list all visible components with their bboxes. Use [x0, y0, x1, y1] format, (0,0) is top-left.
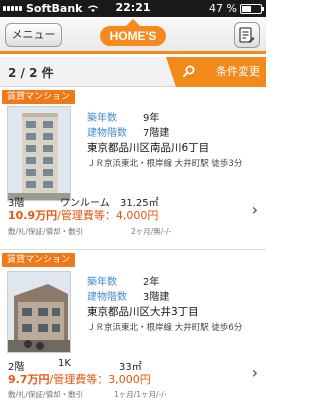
- change-conditions-label: 条件変更: [216, 65, 260, 78]
- results-count: 2 / 2 件: [8, 66, 54, 80]
- memo-list-icon: [239, 27, 255, 43]
- property-type-badge: 賃貸マンション: [2, 253, 76, 267]
- rent-line: 10.9万円/管理費等：4,000円: [8, 207, 158, 223]
- nav-bar: メニュー HOME'S: [0, 17, 266, 54]
- menu-button[interactable]: メニュー: [5, 23, 62, 47]
- rent-value: 9.7万円: [8, 373, 50, 386]
- age-value: 2年: [143, 277, 160, 288]
- battery-icon: [240, 3, 264, 14]
- battery-area: 47 %: [209, 2, 264, 15]
- homes-logo[interactable]: HOME'S: [100, 26, 166, 46]
- floors-label: 建物階数: [87, 292, 127, 303]
- battery-percent: 47 %: [209, 2, 237, 15]
- station-access: ＪＲ京浜東北・根岸線 大井町駅 徒歩3分: [87, 159, 243, 169]
- address: 東京都品川区大井3丁目: [87, 306, 199, 318]
- station-access: ＪＲ京浜東北・根岸線 大井町駅 徒歩6分: [87, 323, 243, 333]
- logo-roof-icon: [126, 19, 140, 26]
- age-value: 9年: [143, 113, 160, 124]
- deposit-terms-value: 1ヶ月/1ヶ月/-/-: [114, 390, 167, 399]
- building-image: [8, 272, 70, 352]
- listing-item[interactable]: 賃貸マンション 築年数 2年 建物階数 3階建 東京都品川区大井3丁目 ＪＲ京浜…: [0, 251, 266, 400]
- chevron-right-icon[interactable]: ›: [252, 200, 258, 219]
- floors-label: 建物階数: [87, 128, 127, 139]
- property-photo[interactable]: [7, 271, 71, 353]
- rent-line: 9.7万円/管理費等：3,000円: [8, 371, 151, 387]
- deposit-terms-label: 敷/礼/保証/償却・敷引: [8, 227, 84, 236]
- listing-item[interactable]: 賃貸マンション 築年数 9年 建物階数 7階建 東京都品川区南品川6丁目 ＪＲ京…: [0, 88, 266, 250]
- memo-button[interactable]: [234, 22, 260, 48]
- management-fee: /管理費等：3,000円: [49, 373, 151, 386]
- results-bar: 2 / 2 件 条件変更: [0, 57, 266, 87]
- layout-value: 1K: [58, 358, 71, 369]
- deposit-terms-label: 敷/礼/保証/償却・敷引: [8, 390, 84, 399]
- status-bar: SoftBank 22:21 47 %: [0, 0, 266, 17]
- rent-value: 10.9万円: [8, 209, 58, 222]
- address: 東京都品川区南品川6丁目: [87, 142, 210, 154]
- chevron-right-icon[interactable]: ›: [252, 363, 258, 382]
- age-label: 築年数: [87, 277, 117, 288]
- floors-value: 7階建: [143, 128, 170, 139]
- building-image: [8, 107, 70, 200]
- management-fee: /管理費等：4,000円: [57, 209, 159, 222]
- search-icon: [182, 65, 195, 78]
- change-conditions-button[interactable]: 条件変更: [166, 57, 266, 87]
- property-photo[interactable]: [7, 106, 71, 201]
- property-type-badge: 賃貸マンション: [2, 90, 76, 104]
- age-label: 築年数: [87, 113, 117, 124]
- deposit-terms-value: 2ヶ月/無/-/-: [131, 227, 172, 236]
- floors-value: 3階建: [143, 292, 170, 303]
